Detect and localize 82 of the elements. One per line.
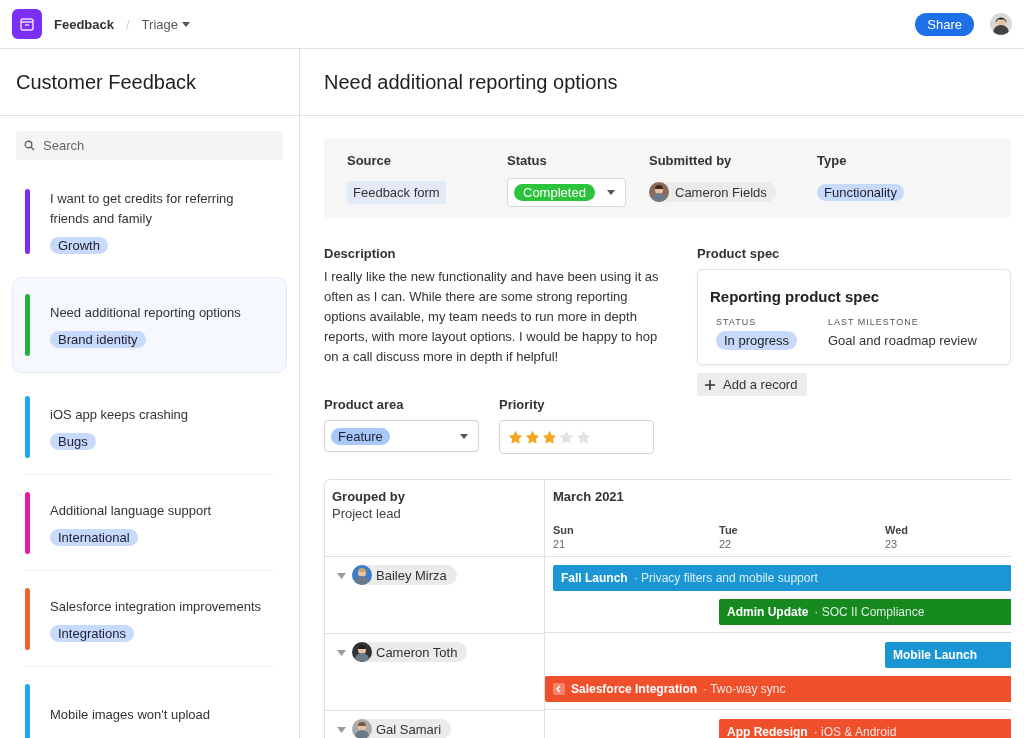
item-title: Need additional reporting options (50, 303, 241, 322)
status-badge: Completed (514, 183, 595, 201)
field-label: Priority (499, 397, 546, 412)
item-title: Additional language support (50, 501, 212, 520)
add-record-button[interactable]: Add a record (697, 373, 808, 396)
caret-icon (182, 21, 190, 27)
collapse-caret-icon[interactable] (337, 573, 346, 579)
timeline-bar[interactable]: App Redesign · iOS & Android (719, 719, 1011, 738)
lead-name: Cameron Toth (376, 644, 458, 660)
caret-icon (606, 189, 615, 195)
day-date: 23 (885, 538, 899, 550)
star-icon[interactable] (559, 429, 574, 445)
month-heading: March 2021 (553, 489, 625, 504)
star-icon[interactable] (542, 429, 557, 445)
category-tag: Growth (50, 237, 108, 254)
field-label: Submitted by (649, 153, 733, 168)
detail-title: Need additional reporting options (300, 49, 1024, 116)
day-name: Tue (719, 524, 739, 536)
field-label: Product area (324, 397, 405, 412)
item-title: Mobile images won't upload (50, 706, 211, 724)
item-title: Salesforce integration improvements (50, 597, 261, 616)
field-label: Source (347, 153, 393, 168)
star-rating[interactable] (508, 429, 591, 445)
star-icon[interactable] (576, 429, 591, 445)
feedback-item[interactable]: Need additional reporting options Brand identity (12, 277, 287, 373)
grouping-value: Project lead (332, 506, 402, 521)
feedback-item[interactable]: Additional language support International (24, 475, 275, 571)
milestone-text: Goal and roadmap review (828, 333, 978, 348)
share-button[interactable]: Share (915, 12, 974, 36)
category-tag: International (50, 528, 138, 546)
timeline-bar[interactable]: Admin Update · SOC II Compliance (719, 599, 1011, 625)
star-icon[interactable] (508, 429, 523, 445)
timeline-bar[interactable]: Salesforce Integration · Two-way sync (545, 676, 1011, 702)
field-label: Description (324, 246, 397, 261)
field-label: Type (817, 153, 848, 168)
search-field[interactable]: Search (16, 131, 283, 160)
source-tag: Feedback form (347, 180, 446, 204)
day-name: Sun (553, 524, 575, 536)
status-label: STATUS (716, 317, 758, 327)
day-date: 21 (553, 538, 567, 550)
item-title: I want to get credits for referring friends and family (50, 190, 235, 228)
search-input[interactable]: Search (41, 137, 283, 154)
plus-icon (705, 379, 715, 390)
list-title: Customer Feedback (0, 49, 299, 116)
avatar (352, 719, 372, 738)
feedback-item[interactable]: I want to get credits for referring friends and family Growth (12, 172, 287, 271)
feedback-item[interactable]: Salesforce integration improvements Integrations (24, 571, 275, 667)
spec-card[interactable]: Reporting product spec STATUS LAST MILESTONE In progress Goal and roadmap review (697, 269, 1011, 365)
lead-name: Gal Samari (376, 721, 442, 737)
day-name: Wed (885, 524, 910, 536)
status-tag: In progress (716, 331, 798, 350)
app-logo-icon[interactable] (12, 9, 42, 39)
field-label: Status (507, 153, 548, 168)
product-area-dropdown[interactable]: Feature (324, 420, 479, 452)
category-tag: Integrations (50, 624, 134, 642)
card-title: Reporting product spec (710, 288, 881, 305)
user-avatar[interactable] (990, 13, 1012, 35)
caret-icon (460, 433, 468, 439)
feedback-item[interactable]: iOS app keeps crashing Bugs (24, 379, 275, 475)
feedback-item[interactable]: Mobile images won't upload (12, 667, 287, 738)
milestone-label: LAST MILESTONE (828, 317, 920, 327)
day-date: 22 (719, 538, 733, 550)
view-dropdown[interactable]: Triage (141, 16, 190, 32)
category-tag: Brand identity (50, 330, 146, 348)
column-heading: Grouped by (332, 489, 406, 504)
search-icon (24, 140, 35, 151)
lead-name: Bailey Mirza (376, 567, 447, 583)
type-tag: Functionality (817, 183, 904, 201)
avatar (649, 182, 669, 202)
person-name: Cameron Fields (675, 184, 767, 200)
star-icon[interactable] (525, 429, 540, 445)
field-label: Product spec (697, 246, 781, 261)
item-title: iOS app keeps crashing (50, 405, 189, 424)
avatar (352, 642, 372, 662)
breadcrumb-separator: / (126, 16, 130, 32)
description-text: I really like the new functionality and have been using it as often as I can. While there are some strong reporting options available, my team needs to run more in depth reports, with more layout options. I would be happy to hop on a call discuss more in depth if helpful! (324, 268, 660, 366)
avatar (352, 565, 372, 585)
priority-field[interactable] (499, 420, 654, 454)
breadcrumb-link[interactable]: Feedback (54, 16, 114, 32)
collapse-caret-icon[interactable] (337, 727, 346, 733)
category-tag: Bugs (50, 432, 96, 450)
collapse-caret-icon[interactable] (337, 650, 346, 656)
